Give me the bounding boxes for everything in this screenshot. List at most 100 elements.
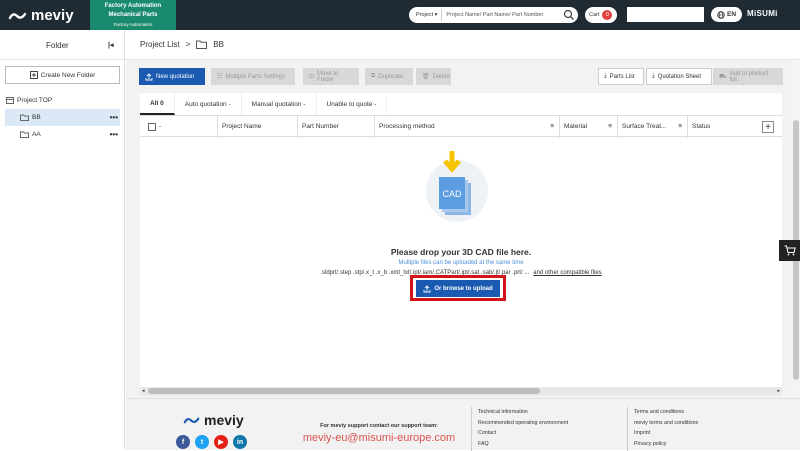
compatible-files-link[interactable]: and other compatible files [533,270,601,276]
cart-label: Cart [589,12,600,18]
horizontal-scrollbar[interactable]: ◂ ▸ [140,387,782,395]
tab-unable-to-quote[interactable]: Unable to quote - [317,93,388,115]
tree-item-label: AA [32,131,41,138]
project-list-panel: All 0 Auto quotation - Manual quotation … [140,93,782,393]
footer-logo[interactable]: meviy [183,412,244,428]
new-quotation-button[interactable]: New quotation [139,68,205,85]
globe-icon [717,10,725,19]
cad-icon-label: CAD [442,189,462,199]
linkedin-icon[interactable]: in [233,435,247,449]
col-material[interactable]: Material ≡ [559,116,617,138]
add-column-button[interactable]: + [762,121,774,133]
footer-link[interactable]: Technical information [478,407,621,418]
category-line1: Factory Automation [104,3,162,9]
quotation-sheet-button[interactable]: ⤓ Quotation Sheet [646,68,712,85]
folder-tree: Project TOP BB ••• AA ••• [0,92,125,143]
folder-icon [20,114,29,121]
search-input[interactable]: Project Name/ Part Name/ Part Number [442,12,563,18]
meviy-logo-icon [183,417,200,423]
filter-icon[interactable]: ≡ [550,116,554,138]
top-header: meviy Factory Automation Mechanical Part… [0,0,800,30]
category-selector[interactable]: Factory Automation Mechanical Parts Fact… [90,0,176,30]
cart-icon: ⛟ [719,73,727,80]
duplicate-icon: ⧉ [371,73,376,79]
select-all-checkbox[interactable]: - [140,116,161,138]
social-links: f t ▶ in [176,435,247,449]
breadcrumb: Project List > BB [126,30,800,60]
facebook-icon[interactable]: f [176,435,190,449]
breadcrumb-current: BB [213,40,224,49]
folder-icon [196,40,208,49]
tab-manual-quotation[interactable]: Manual quotation - [242,93,317,115]
category-line2: Mechanical Parts [108,12,158,18]
col-surface-treatment[interactable]: Surface Treat... ≡ [617,116,687,138]
tree-item-aa[interactable]: AA ••• [0,126,125,143]
parts-list-button[interactable]: ⤓ Parts List [598,68,644,85]
footer-link[interactable]: meviy terms and conditions [634,418,777,429]
footer-link[interactable]: Terms and conditions [634,407,777,418]
highlight-box [410,275,506,301]
breadcrumb-root[interactable]: Project List [140,40,180,49]
cart-button[interactable]: Cart 0 [585,7,617,23]
col-part-number[interactable]: Part Number [297,116,374,138]
scroll-thumb[interactable] [148,388,540,394]
support-text: For meviy support contact our support te… [320,423,438,429]
footer-link[interactable]: Imprint [634,428,777,439]
search-bar[interactable]: Project ▾ Project Name/ Part Name/ Part … [409,7,578,23]
settings-icon: ☷ [217,74,223,80]
floating-cart-button[interactable] [779,240,800,261]
footer-link[interactable]: Contact [478,428,621,439]
col-status[interactable]: Status [687,116,757,138]
create-new-folder-button[interactable]: Create New Folder [5,66,120,84]
scroll-left-arrow[interactable]: ◂ [142,387,145,395]
download-icon: ⤓ [604,73,607,79]
filter-icon[interactable]: ≡ [608,116,612,138]
twitter-icon[interactable]: t [195,435,209,449]
vertical-scrollbar[interactable] [792,60,800,398]
tree-item-project-top[interactable]: Project TOP [0,92,125,109]
folder-icon [20,131,29,138]
support-email-link[interactable]: meviy-eu@misumi-europe.com [294,432,464,444]
checkbox-icon [148,123,156,131]
project-top-icon [6,97,14,104]
scroll-right-arrow[interactable]: ▸ [777,387,780,395]
search-icon[interactable] [563,9,575,21]
drop-subtitle: Multiple files can be uploaded at the sa… [398,260,524,266]
footer-link[interactable]: Privacy policy [634,439,777,450]
tree-item-bb[interactable]: BB ••• [5,109,120,126]
filter-icon[interactable]: ≡ [678,116,682,138]
tree-item-label: Project TOP [17,97,53,104]
delete-button[interactable]: 🗑 Delete [416,68,451,85]
cad-drop-zone[interactable]: CAD Please drop your 3D CAD file here. M… [140,137,782,377]
main-content: New quotation ☷ Multiple Parts Settings … [126,60,792,398]
multiple-parts-settings-button[interactable]: ☷ Multiple Parts Settings [211,68,295,85]
tab-all[interactable]: All 0 [140,93,175,115]
search-scope-select[interactable]: Project ▾ [409,9,443,21]
status-tabs: All 0 Auto quotation - Manual quotation … [140,93,782,115]
user-account-field[interactable] [627,7,704,22]
add-to-product-list-button[interactable]: ⛟ Add to product list [713,68,783,85]
youtube-icon[interactable]: ▶ [214,435,228,449]
footer: meviy f t ▶ in For meviy support contact… [126,398,800,451]
col-processing-method[interactable]: Processing method ≡ [374,116,559,138]
sidebar-title: Folder [46,41,69,50]
footer-links-col1: Technical information Recommended operat… [471,407,621,451]
collapse-sidebar-icon[interactable]: |◂ [108,41,113,49]
language-selector[interactable]: EN [711,7,742,22]
language-label: EN [726,11,737,18]
tree-item-label: BB [32,114,41,121]
misumi-logo[interactable]: MiSUMi [747,9,778,18]
more-options-icon[interactable]: ••• [110,130,118,139]
footer-link[interactable]: Recommended operating environment [478,418,621,429]
table-header: - Project Name Part Number Processing me… [140,115,782,138]
create-new-folder-label: Create New Folder [40,71,96,79]
cart-count-badge: 0 [602,10,613,20]
more-options-icon[interactable]: ••• [110,113,118,122]
footer-link[interactable]: FAQ [478,439,621,450]
meviy-logo[interactable]: meviy [8,7,74,24]
move-to-folder-button[interactable]: ⊡ Move to Folder [303,68,359,85]
tab-auto-quotation[interactable]: Auto quotation - [175,93,242,115]
upload-icon [145,72,153,80]
col-project-name[interactable]: Project Name [217,116,297,138]
duplicate-button[interactable]: ⧉ Duplicate [365,68,413,85]
